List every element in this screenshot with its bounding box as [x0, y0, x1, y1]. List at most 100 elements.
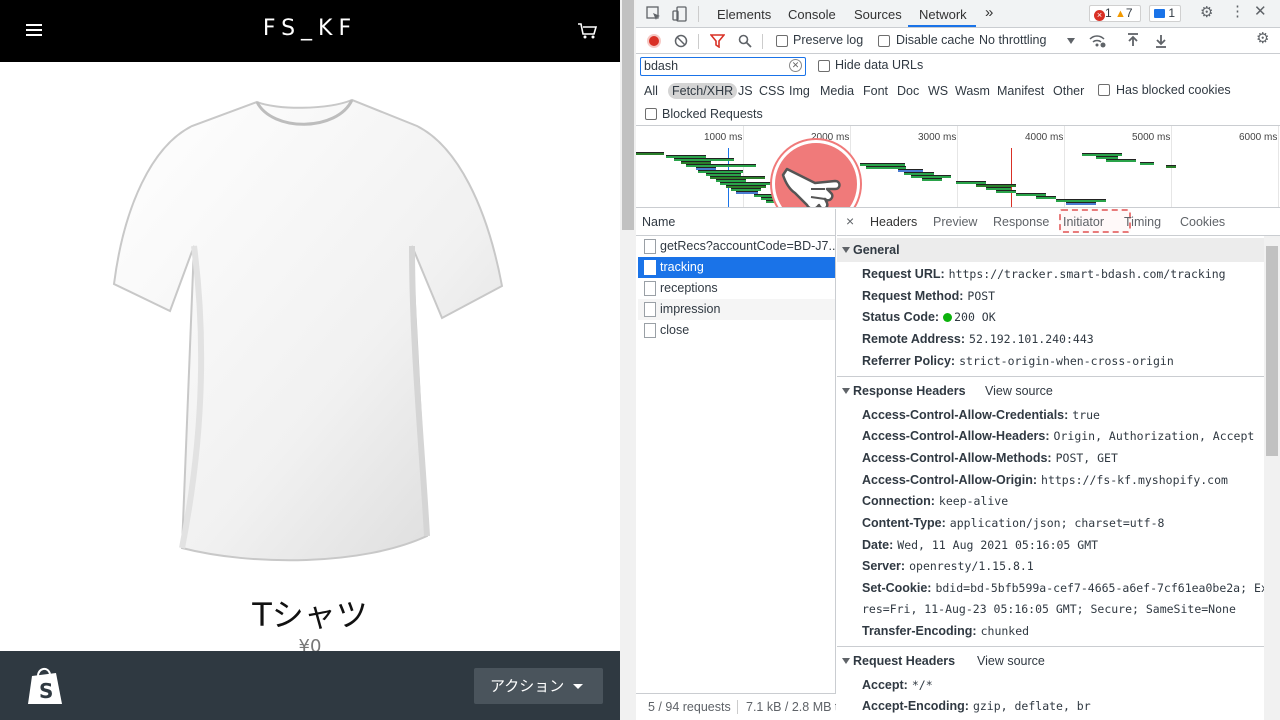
tab-elements[interactable]: Elements — [717, 7, 771, 22]
headers-scrollbar-thumb[interactable] — [1266, 246, 1278, 456]
type-all[interactable]: All — [644, 84, 658, 98]
preserve-log-checkbox[interactable] — [776, 35, 788, 47]
kebab-menu-icon[interactable]: ⋮ — [1230, 4, 1245, 19]
type-doc[interactable]: Doc — [897, 84, 919, 98]
type-fetch-xhr[interactable]: Fetch/XHR — [668, 83, 738, 99]
blocked-requests-checkbox[interactable] — [645, 108, 657, 120]
view-source-link[interactable]: View source — [977, 649, 1045, 673]
type-manifest[interactable]: Manifest — [997, 84, 1044, 98]
header-row: Remote Address: 52.192.101.240:443 — [862, 332, 1094, 346]
shop-page: FS_KF Tシャツ ¥0 S アクション — [0, 0, 620, 720]
export-har-icon[interactable] — [1154, 33, 1168, 52]
hide-data-urls-checkbox[interactable] — [818, 60, 830, 72]
type-wasm[interactable]: Wasm — [955, 84, 990, 98]
more-tabs-icon[interactable]: » — [985, 4, 993, 21]
gridline — [957, 126, 958, 207]
search-icon[interactable] — [738, 34, 752, 51]
header-row: Accept: */* — [862, 678, 933, 692]
header-row: Status Code: 200 OK — [862, 310, 996, 324]
timeline-overview[interactable]: 1000 ms 2000 ms 3000 ms 4000 ms 5000 ms … — [636, 126, 1280, 208]
page-scrollbar[interactable] — [620, 0, 636, 720]
header-row: Transfer-Encoding: chunked — [862, 624, 1030, 638]
header-row: Access-Control-Allow-Credentials: true — [862, 408, 1100, 422]
request-list-header: Name — [636, 209, 836, 236]
warning-icon: ▲ — [1115, 8, 1126, 20]
request-row[interactable]: impression — [638, 299, 835, 320]
disable-cache-checkbox[interactable] — [878, 35, 890, 47]
type-css[interactable]: CSS — [759, 84, 785, 98]
page-scrollbar-thumb[interactable] — [622, 0, 634, 230]
network-status-bar: 5 / 94 requests 7.1 kB / 2.8 MB t — [636, 693, 836, 720]
shop-logo[interactable]: FS_KF — [0, 16, 620, 41]
tab-console[interactable]: Console — [788, 7, 836, 22]
request-headers-section-header[interactable]: Request Headers View source — [837, 649, 1264, 673]
pointing-hand-icon — [772, 140, 860, 207]
load-event-marker — [1011, 148, 1012, 207]
type-ws[interactable]: WS — [928, 84, 948, 98]
shopify-bag-icon[interactable]: S — [26, 666, 64, 706]
headers-scrollbar[interactable] — [1264, 236, 1280, 720]
type-img[interactable]: Img — [789, 84, 810, 98]
filter-input[interactable]: bdash — [640, 57, 806, 76]
gridline — [1064, 126, 1065, 207]
tab-response[interactable]: Response — [993, 215, 1049, 229]
caret-down-icon — [573, 684, 583, 689]
has-blocked-cookies-checkbox[interactable] — [1098, 84, 1110, 96]
clear-filter-icon[interactable]: ✕ — [789, 59, 802, 72]
has-blocked-cookies-label: Has blocked cookies — [1116, 83, 1231, 97]
filter-bar: bdash ✕ Hide data URLs All Fetch/XHR JS … — [636, 54, 1280, 126]
type-font[interactable]: Font — [863, 84, 888, 98]
tab-sources[interactable]: Sources — [854, 7, 902, 22]
message-count: 1 — [1168, 6, 1176, 20]
request-name: getRecs?accountCode=BD-J7... — [660, 239, 835, 253]
blocked-requests-label: Blocked Requests — [662, 107, 763, 121]
type-js[interactable]: JS — [738, 84, 753, 98]
close-detail-icon[interactable]: × — [846, 213, 854, 229]
divider — [837, 646, 1264, 647]
action-dropdown[interactable]: アクション — [474, 668, 603, 704]
tab-network[interactable]: Network — [919, 7, 967, 22]
type-other[interactable]: Other — [1053, 84, 1084, 98]
close-devtools-icon[interactable]: ✕ — [1254, 4, 1267, 19]
network-settings-gear-icon[interactable]: ⚙ — [1256, 31, 1269, 46]
expand-arrow-icon — [842, 658, 850, 664]
request-row[interactable]: close — [638, 320, 835, 341]
request-row[interactable]: getRecs?accountCode=BD-J7... — [638, 236, 835, 257]
type-media[interactable]: Media — [820, 84, 854, 98]
tab-cookies[interactable]: Cookies — [1180, 215, 1225, 229]
clear-icon[interactable] — [674, 34, 688, 51]
tab-preview[interactable]: Preview — [933, 215, 977, 229]
waterfall-bar — [1106, 159, 1136, 162]
settings-gear-icon[interactable]: ⚙ — [1200, 5, 1213, 20]
expand-arrow-icon — [842, 247, 850, 253]
hide-data-urls-label: Hide data URLs — [835, 58, 924, 72]
cart-icon[interactable] — [577, 22, 601, 42]
message-icon — [1154, 9, 1165, 18]
import-har-icon[interactable] — [1126, 33, 1140, 52]
timeline-tick: 3000 ms — [918, 132, 957, 143]
tab-headers[interactable]: Headers — [870, 215, 917, 229]
header-row: Referrer Policy: strict-origin-when-cross… — [862, 354, 1174, 368]
tab-initiator[interactable]: Initiator — [1063, 215, 1104, 229]
name-column-header[interactable]: Name — [642, 215, 675, 229]
device-toolbar-icon[interactable] — [672, 6, 688, 25]
throttling-select[interactable]: No throttling — [979, 33, 1046, 47]
status-ok-icon — [943, 313, 953, 322]
devtools-tabbar: Elements Console Sources Network » × 1 ▲7… — [636, 0, 1280, 28]
header-row: Date: Wed, 11 Aug 2021 05:16:05 GMT — [862, 538, 1099, 552]
general-section-header[interactable]: General — [837, 238, 1264, 262]
issues-badge[interactable]: × 1 ▲7 — [1089, 5, 1141, 22]
tab-timing[interactable]: Timing — [1124, 215, 1161, 229]
filter-icon[interactable] — [709, 34, 726, 51]
request-row[interactable]: tracking — [638, 257, 835, 278]
view-source-link[interactable]: View source — [985, 379, 1053, 403]
response-headers-section-header[interactable]: Response Headers View source — [837, 379, 1264, 403]
transfer-size: 7.1 kB / 2.8 MB t — [746, 700, 836, 714]
request-row[interactable]: receptions — [638, 278, 835, 299]
record-icon[interactable] — [647, 34, 661, 48]
dropdown-arrow-icon[interactable] — [1067, 38, 1075, 44]
inspect-element-icon[interactable] — [646, 6, 662, 25]
request-name: close — [660, 323, 690, 337]
messages-badge[interactable]: 1 — [1149, 5, 1181, 22]
network-conditions-icon[interactable] — [1088, 33, 1106, 52]
